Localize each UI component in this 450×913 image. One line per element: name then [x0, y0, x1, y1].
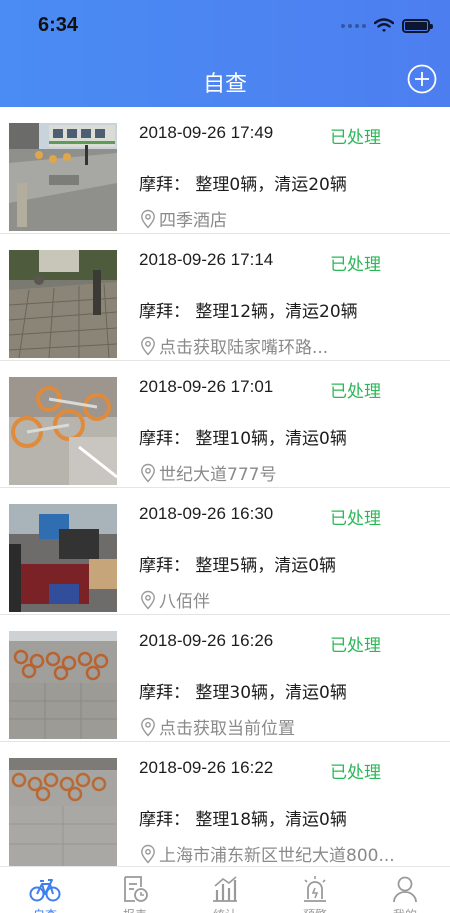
tab-report[interactable]: 报表: [105, 874, 165, 913]
tab-label: 统计: [195, 906, 255, 913]
status-badge: 已处理: [330, 636, 381, 656]
location-text: 四季酒店: [159, 211, 227, 231]
status-badge: 已处理: [330, 509, 381, 529]
record-time: 2018-09-26 17:01: [139, 377, 274, 396]
tab-bar: 自查 报表 统计 预警: [0, 866, 450, 913]
record-location[interactable]: 四季酒店: [139, 206, 227, 231]
record-summary: 摩拜： 整理12辆，清运20辆: [139, 302, 358, 322]
location-pin-icon: [141, 209, 155, 229]
header-bar: 6:34 自查: [0, 0, 450, 107]
record-location[interactable]: 点击获取陆家嘴环路...: [139, 333, 328, 358]
record-summary: 摩拜： 整理30辆，清运0辆: [139, 683, 347, 703]
record-location[interactable]: 世纪大道777号: [139, 460, 276, 485]
record-photo: [9, 123, 117, 231]
location-pin-icon: [141, 717, 155, 737]
location-text: 世纪大道777号: [159, 465, 277, 485]
status-bar: 6:34: [0, 0, 450, 52]
location-text: 点击获取陆家嘴环路...: [159, 338, 329, 358]
add-button[interactable]: [407, 64, 437, 94]
list-item[interactable]: 2018-09-26 17:01 已处理 摩拜： 整理10辆，清运0辆 世纪大道…: [0, 361, 450, 488]
location-pin-icon: [141, 463, 155, 483]
record-location[interactable]: 上海市浦东新区世纪大道800...: [139, 841, 395, 866]
record-summary: 摩拜： 整理10辆，清运0辆: [139, 429, 347, 449]
tab-label: 报表: [105, 906, 165, 913]
record-list: 2018-09-26 17:49 已处理 摩拜： 整理0辆，清运20辆 四季酒店: [0, 107, 450, 869]
record-time: 2018-09-26 17:14: [139, 250, 274, 269]
record-time: 2018-09-26 16:22: [139, 758, 274, 777]
tab-label: 自查: [15, 906, 75, 913]
list-item[interactable]: 2018-09-26 17:49 已处理 摩拜： 整理0辆，清运20辆 四季酒店: [0, 107, 450, 234]
status-time: 6:34: [38, 14, 79, 36]
record-summary: 摩拜： 整理18辆，清运0辆: [139, 810, 347, 830]
location-text: 点击获取当前位置: [159, 719, 295, 739]
record-time: 2018-09-26 17:49: [139, 123, 274, 142]
user-icon: [393, 876, 417, 903]
record-photo: [9, 758, 117, 866]
list-item[interactable]: 2018-09-26 16:26 已处理 摩拜： 整理30辆，清运0辆 点击获取…: [0, 615, 450, 742]
wifi-icon: [374, 18, 394, 32]
status-badge: 已处理: [330, 128, 381, 148]
record-time: 2018-09-26 16:30: [139, 504, 274, 523]
location-pin-icon: [141, 590, 155, 610]
bike-icon: [29, 879, 61, 902]
record-summary: 摩拜： 整理5辆，清运0辆: [139, 556, 337, 576]
location-text: 上海市浦东新区世纪大道800...: [159, 846, 395, 866]
record-photo: [9, 631, 117, 739]
status-badge: 已处理: [330, 382, 381, 402]
status-icons: [341, 18, 433, 33]
location-pin-icon: [141, 336, 155, 356]
list-item[interactable]: 2018-09-26 16:22 已处理 摩拜： 整理18辆，清运0辆 上海市浦…: [0, 742, 450, 869]
location-text: 八佰伴: [159, 592, 210, 612]
chart-icon: [213, 876, 237, 902]
tab-label: 预警: [285, 906, 345, 913]
alarm-icon: [304, 876, 326, 902]
record-photo: [9, 250, 117, 358]
list-item[interactable]: 2018-09-26 16:30 已处理 摩拜： 整理5辆，清运0辆 八佰伴: [0, 488, 450, 615]
list-item[interactable]: 2018-09-26 17:14 已处理 摩拜： 整理12辆，清运20辆 点击获…: [0, 234, 450, 361]
tab-alarm[interactable]: 预警: [285, 874, 345, 913]
tab-statistics[interactable]: 统计: [195, 874, 255, 913]
status-badge: 已处理: [330, 763, 381, 783]
report-icon: [124, 876, 148, 902]
tab-label: 我的: [375, 906, 435, 913]
record-photo: [9, 377, 117, 485]
record-photo: [9, 504, 117, 612]
tab-mine[interactable]: 我的: [375, 874, 435, 913]
page-title: 自查: [202, 72, 247, 97]
record-location[interactable]: 八佰伴: [139, 587, 210, 612]
battery-icon: [402, 18, 433, 33]
signal-icon: [341, 23, 366, 28]
tab-self-check[interactable]: 自查: [15, 874, 75, 913]
status-badge: 已处理: [330, 255, 381, 275]
record-location[interactable]: 点击获取当前位置: [139, 714, 295, 739]
record-summary: 摩拜： 整理0辆，清运20辆: [139, 175, 347, 195]
location-pin-icon: [141, 844, 155, 864]
record-time: 2018-09-26 16:26: [139, 631, 274, 650]
